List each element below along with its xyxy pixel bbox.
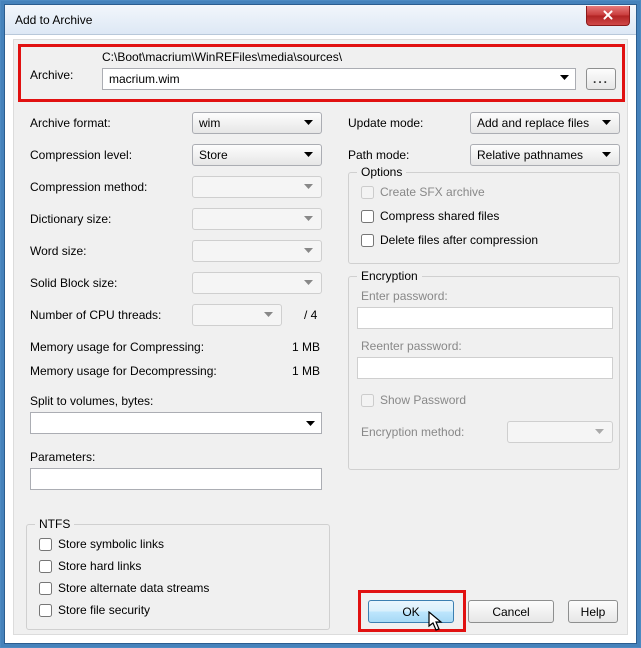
mem-decompress-value: 1 MB (292, 364, 320, 378)
create-sfx-input (361, 186, 374, 199)
archive-format-select[interactable]: wim (192, 112, 322, 134)
show-password-input (361, 394, 374, 407)
reenter-password-input (357, 357, 613, 379)
store-ads-checkbox[interactable]: Store alternate data streams (39, 581, 209, 595)
dictionary-size-select[interactable] (192, 208, 322, 230)
parameters-input[interactable] (30, 468, 322, 490)
update-mode-select[interactable]: Add and replace files (470, 112, 620, 134)
chevron-down-icon (299, 146, 317, 164)
parameters-label: Parameters: (30, 450, 95, 464)
word-size-label: Word size: (30, 244, 86, 258)
solid-block-size-label: Solid Block size: (30, 276, 117, 290)
show-password-label: Show Password (380, 393, 466, 407)
delete-after-input[interactable] (361, 234, 374, 247)
store-hardlinks-input[interactable] (39, 560, 52, 573)
split-volumes-label: Split to volumes, bytes: (30, 394, 153, 408)
compression-method-label: Compression method: (30, 180, 147, 194)
show-password-checkbox: Show Password (361, 393, 466, 407)
ok-label: OK (402, 605, 419, 619)
path-mode-label: Path mode: (348, 148, 409, 162)
store-symlinks-input[interactable] (39, 538, 52, 551)
encryption-method-select (507, 421, 613, 443)
path-mode-select[interactable]: Relative pathnames (470, 144, 620, 166)
store-symlinks-checkbox[interactable]: Store symbolic links (39, 537, 164, 551)
store-security-checkbox[interactable]: Store file security (39, 603, 150, 617)
store-ads-label: Store alternate data streams (58, 581, 209, 595)
encryption-legend: Encryption (357, 269, 422, 283)
ok-button[interactable]: OK (368, 600, 454, 623)
encryption-fieldset: Encryption Enter password: Reenter passw… (348, 276, 620, 470)
cancel-label: Cancel (492, 605, 529, 619)
archive-label: Archive: (30, 68, 73, 82)
store-security-label: Store file security (58, 603, 150, 617)
delete-after-checkbox[interactable]: Delete files after compression (361, 233, 538, 247)
cpu-threads-label: Number of CPU threads: (30, 308, 161, 322)
dictionary-size-label: Dictionary size: (30, 212, 111, 226)
chevron-down-icon[interactable] (306, 416, 315, 430)
chevron-down-icon (597, 146, 615, 164)
window-title: Add to Archive (15, 13, 92, 27)
browse-button[interactable]: ... (586, 68, 616, 90)
help-label: Help (581, 605, 606, 619)
store-security-input[interactable] (39, 604, 52, 617)
mem-compress-value: 1 MB (292, 340, 320, 354)
help-button[interactable]: Help (568, 600, 618, 623)
store-symlinks-label: Store symbolic links (58, 537, 164, 551)
update-mode-value: Add and replace files (477, 116, 589, 130)
chevron-down-icon (597, 114, 615, 132)
create-sfx-label: Create SFX archive (380, 185, 485, 199)
chevron-down-icon (259, 306, 277, 324)
mem-decompress-label: Memory usage for Decompressing: (30, 364, 217, 378)
options-legend: Options (357, 165, 406, 179)
compression-level-label: Compression level: (30, 148, 132, 162)
chevron-down-icon (590, 423, 608, 441)
ntfs-legend: NTFS (35, 517, 74, 531)
cancel-button[interactable]: Cancel (468, 600, 554, 623)
chevron-down-icon (299, 274, 317, 292)
close-icon (602, 9, 614, 21)
compress-shared-label: Compress shared files (380, 209, 499, 223)
word-size-select[interactable] (192, 240, 322, 262)
ntfs-fieldset: NTFS Store symbolic links Store hard lin… (26, 524, 330, 630)
split-volumes-input[interactable] (30, 412, 322, 434)
cpu-threads-select[interactable] (192, 304, 282, 326)
mem-compress-label: Memory usage for Compressing: (30, 340, 204, 354)
create-sfx-checkbox: Create SFX archive (361, 185, 485, 199)
chevron-down-icon (299, 178, 317, 196)
reenter-password-label: Reenter password: (361, 339, 462, 353)
options-fieldset: Options Create SFX archive Compress shar… (348, 172, 620, 264)
archive-path-text: C:\Boot\macrium\WinREFiles\media\sources… (102, 50, 342, 64)
compress-shared-input[interactable] (361, 210, 374, 223)
solid-block-size-select[interactable] (192, 272, 322, 294)
store-ads-input[interactable] (39, 582, 52, 595)
archive-format-value: wim (199, 116, 220, 130)
chevron-down-icon (299, 114, 317, 132)
ellipsis-icon: ... (593, 72, 609, 86)
update-mode-label: Update mode: (348, 116, 423, 130)
compression-level-value: Store (199, 148, 228, 162)
chevron-down-icon (299, 210, 317, 228)
path-mode-value: Relative pathnames (477, 148, 583, 162)
delete-after-label: Delete files after compression (380, 233, 538, 247)
archive-format-label: Archive format: (30, 116, 111, 130)
dialog-window: Add to Archive Archive: C:\Boot\macrium\… (4, 4, 637, 644)
titlebar: Add to Archive (5, 5, 636, 35)
compress-shared-checkbox[interactable]: Compress shared files (361, 209, 499, 223)
enter-password-input (357, 307, 613, 329)
encryption-method-label: Encryption method: (361, 425, 464, 439)
store-hardlinks-checkbox[interactable]: Store hard links (39, 559, 141, 573)
compression-level-select[interactable]: Store (192, 144, 322, 166)
enter-password-label: Enter password: (361, 289, 448, 303)
compression-method-select[interactable] (192, 176, 322, 198)
chevron-down-icon (299, 242, 317, 260)
store-hardlinks-label: Store hard links (58, 559, 141, 573)
client-area: Archive: C:\Boot\macrium\WinREFiles\medi… (13, 39, 628, 635)
cpu-threads-suffix: / 4 (304, 308, 317, 322)
archive-filename-input[interactable] (102, 68, 576, 90)
close-button[interactable] (586, 6, 630, 26)
